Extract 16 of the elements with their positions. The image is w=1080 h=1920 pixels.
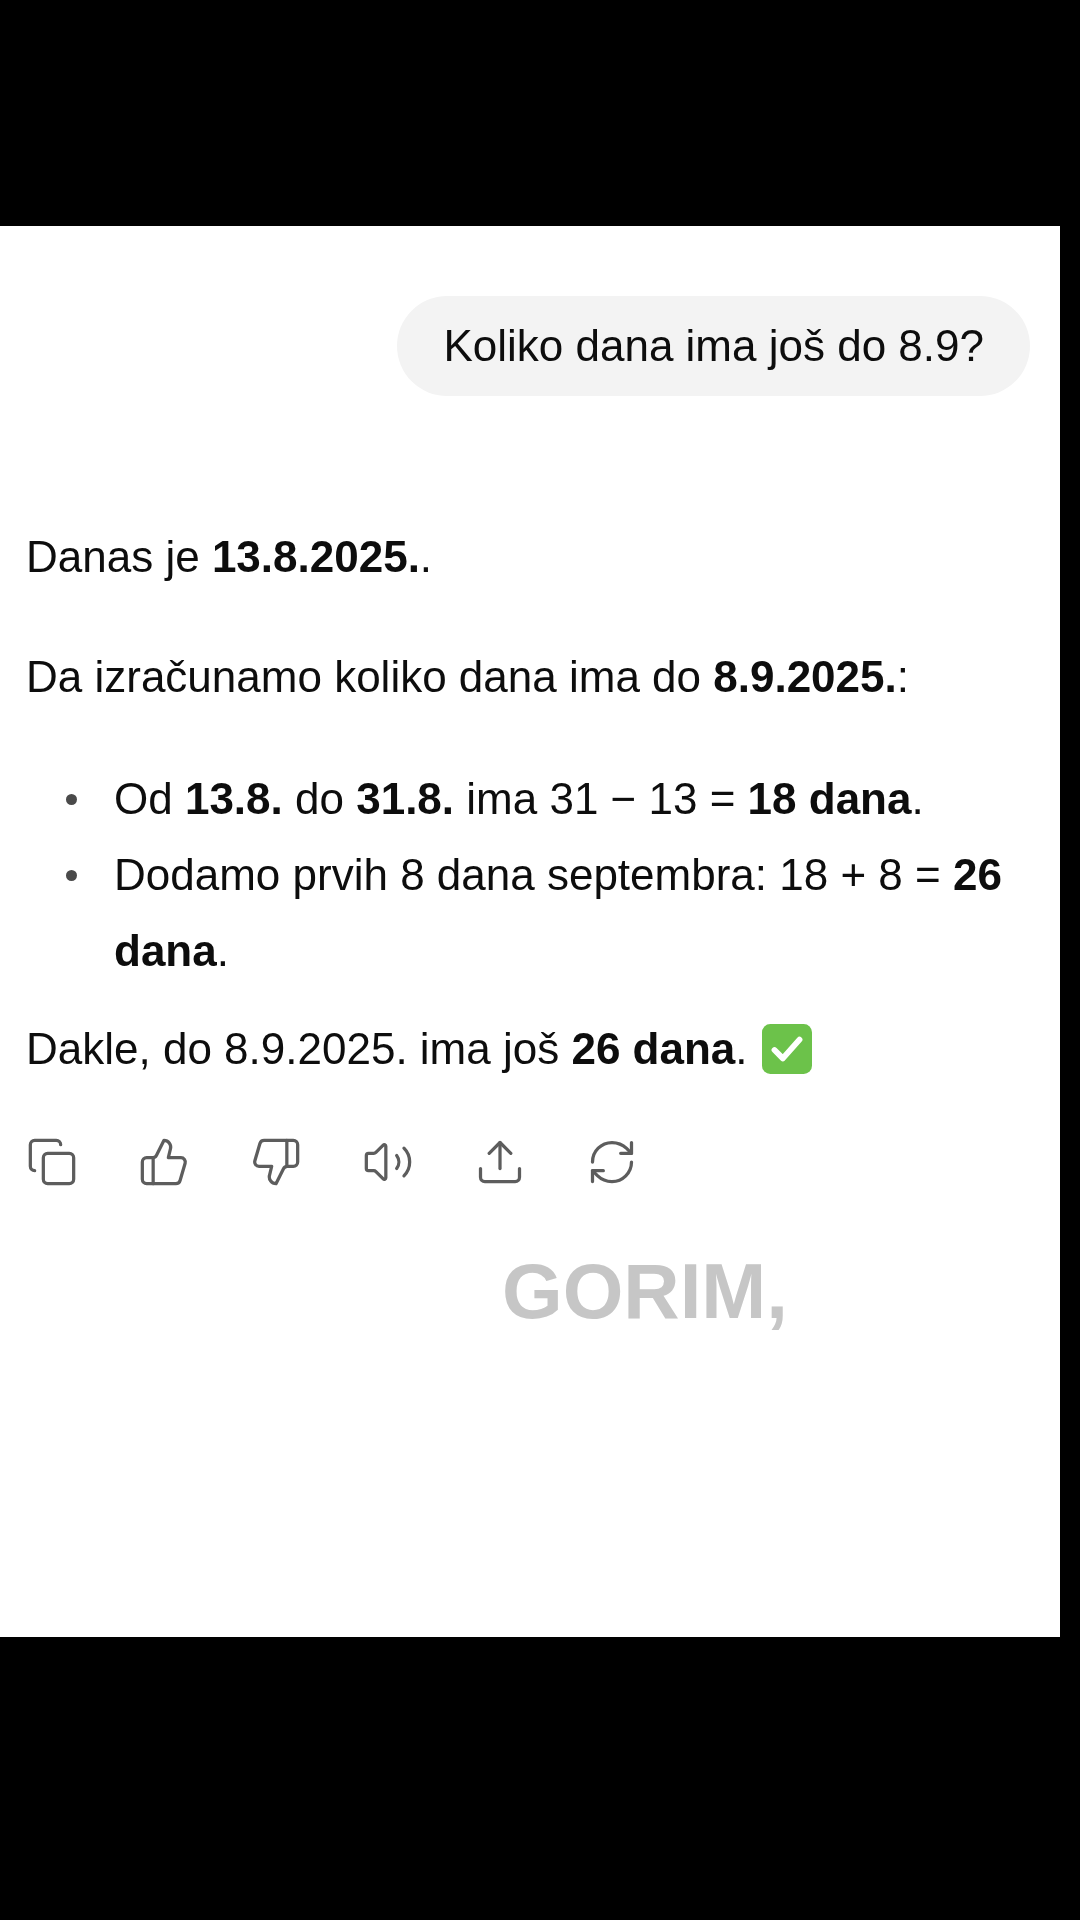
copy-button[interactable] — [26, 1136, 78, 1188]
list-item-text: Dodamo prvih 8 dana septembra: 18 + 8 = 26 dana. — [114, 849, 1003, 977]
dislike-button[interactable] — [250, 1136, 302, 1188]
bullet-icon — [66, 793, 77, 805]
caption-text: GORIM, — [502, 1252, 788, 1330]
message-paragraph: Da izračunamo koliko dana ima do 8.9.2025.: — [26, 652, 909, 701]
user-message: Koliko dana ima još do 8.9? — [397, 296, 1030, 396]
bullet-icon — [66, 869, 77, 881]
list-item-text: Od 13.8. do 31.8. ima 31 − 13 = 18 dana. — [114, 773, 925, 825]
like-button[interactable] — [138, 1136, 190, 1188]
thumbs-up-icon — [138, 1136, 190, 1188]
message-paragraph: Danas je 13.8.2025.. — [26, 532, 433, 581]
message-paragraph: Dakle, do 8.9.2025. ima još 26 dana. — [26, 1024, 748, 1073]
check-mark-icon — [761, 1024, 812, 1074]
copy-icon — [26, 1136, 78, 1188]
thumbs-down-icon — [250, 1136, 302, 1188]
